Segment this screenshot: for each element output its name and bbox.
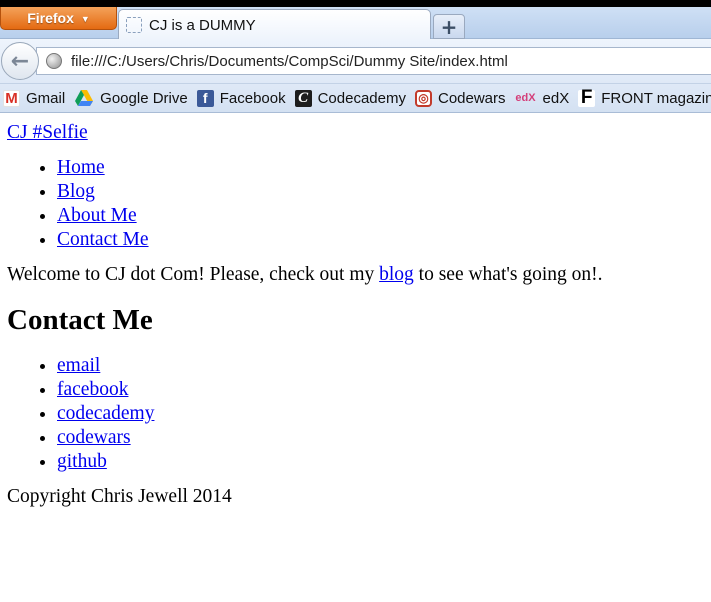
nav-item: About Me	[57, 204, 704, 228]
site-title-link[interactable]: CJ #Selfie	[7, 122, 88, 143]
bookmark-edx[interactable]: edX edX	[515, 89, 570, 107]
bookmark-front-magazine[interactable]: F FRONT magazine	[578, 87, 711, 108]
contact-item: email	[57, 354, 704, 378]
back-arrow-icon: ←	[10, 48, 30, 74]
firefox-menu-button[interactable]: Firefox ▼	[0, 7, 117, 30]
bookmark-label: Gmail	[26, 89, 66, 107]
welcome-text-end: to see what's going on!.	[413, 264, 603, 285]
bookmark-label: Codewars	[437, 89, 506, 107]
bookmark-label: Facebook	[219, 89, 286, 107]
address-bar[interactable]: file:///C:/Users/Chris/Documents/CompSci…	[36, 47, 711, 75]
nav-item: Home	[57, 156, 704, 180]
site-title: CJ #Selfie	[7, 121, 704, 145]
gmail-icon: M	[3, 89, 20, 107]
bookmark-gmail[interactable]: M Gmail	[3, 89, 66, 107]
tab-strip: Firefox ▼ CJ is a DUMMY +	[0, 7, 711, 40]
bookmarks-toolbar: M Gmail Google Drive f Facebook C Codeca…	[0, 84, 711, 113]
google-drive-icon-svg	[75, 90, 94, 106]
bookmark-label: Google Drive	[100, 89, 188, 107]
google-drive-icon	[74, 89, 94, 107]
chevron-down-icon: ▼	[80, 13, 90, 24]
address-bar-url: file:///C:/Users/Chris/Documents/CompSci…	[71, 52, 508, 70]
bookmark-label: FRONT magazine	[601, 89, 711, 107]
edx-icon: edX	[515, 92, 536, 104]
blog-link[interactable]: blog	[379, 264, 414, 285]
back-button[interactable]: ←	[1, 42, 39, 80]
navigation-toolbar: file:///C:/Users/Chris/Documents/CompSci…	[0, 39, 711, 84]
nav-item: Contact Me	[57, 228, 704, 252]
nav-item: Blog	[57, 180, 704, 204]
contact-link-facebook[interactable]: facebook	[57, 379, 128, 400]
contact-links: email facebook codecademy codewars githu…	[7, 354, 704, 474]
nav-link-blog[interactable]: Blog	[57, 181, 95, 202]
blank-page-icon	[126, 17, 142, 33]
contact-item: github	[57, 450, 704, 474]
bookmark-google-drive[interactable]: Google Drive	[74, 89, 188, 107]
facebook-icon: f	[196, 89, 214, 107]
welcome-text-start: Welcome to CJ dot Com! Please, check out…	[7, 264, 380, 285]
contact-item: codecademy	[57, 402, 704, 426]
bookmark-codecademy[interactable]: C Codecademy	[294, 89, 406, 107]
codewars-icon: ◎	[414, 89, 432, 107]
page-content: CJ #Selfie Home Blog About Me Contact Me…	[0, 113, 711, 509]
new-tab-button[interactable]: +	[433, 14, 465, 39]
bookmark-facebook[interactable]: f Facebook	[196, 89, 286, 107]
welcome-text: Welcome to CJ dot Com! Please, check out…	[7, 263, 704, 287]
window-top-edge	[0, 0, 711, 7]
nav-link-home[interactable]: Home	[57, 157, 105, 178]
nav-link-contact-me[interactable]: Contact Me	[57, 229, 149, 250]
codecademy-icon: C	[294, 89, 312, 107]
contact-link-email[interactable]: email	[57, 355, 100, 376]
firefox-menu-label: Firefox	[27, 10, 74, 26]
nav-link-about-me[interactable]: About Me	[57, 205, 137, 226]
contact-item: codewars	[57, 426, 704, 450]
contact-link-github[interactable]: github	[57, 451, 107, 472]
bookmark-label: Codecademy	[317, 89, 406, 107]
bookmark-label: edX	[542, 89, 570, 107]
contact-item: facebook	[57, 378, 704, 402]
tab-title: CJ is a DUMMY	[149, 16, 256, 34]
bookmark-codewars[interactable]: ◎ Codewars	[414, 89, 506, 107]
contact-link-codecademy[interactable]: codecademy	[57, 403, 154, 424]
tab-cj-is-a-dummy[interactable]: CJ is a DUMMY	[118, 9, 431, 40]
copyright-footer: Copyright Chris Jewell 2014	[7, 486, 232, 507]
contact-heading: Contact Me	[7, 304, 153, 336]
contact-link-codewars[interactable]: codewars	[57, 427, 131, 448]
front-magazine-icon: F	[578, 87, 596, 108]
site-nav: Home Blog About Me Contact Me	[7, 156, 704, 252]
globe-icon	[46, 53, 62, 69]
